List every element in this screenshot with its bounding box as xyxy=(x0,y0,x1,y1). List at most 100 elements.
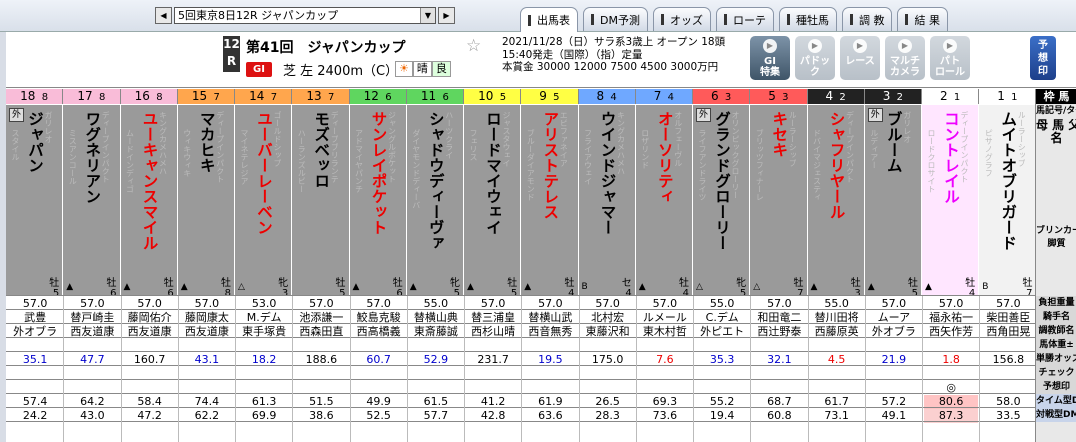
next-race-button[interactable]: ▶ xyxy=(438,6,455,24)
horse-cell[interactable]: ハーランズルビー モズベッロ ディープブリランテ牡 5 xyxy=(292,105,349,299)
sire-name: キングカメハメハ xyxy=(616,111,625,175)
horse-cell[interactable]: ロードクロサイト コントレイル ディープインパクト牡 4 ▲ xyxy=(922,105,979,299)
favorite-star-icon[interactable]: ☆ xyxy=(466,36,481,56)
prediction-mark-button[interactable]: 予想印 xyxy=(1030,36,1056,80)
sex-age: 牡5 xyxy=(335,278,346,299)
horse-name[interactable]: ユーバーレーベン xyxy=(255,111,273,235)
horse-cell[interactable]: ピサノグラフ ムイトオブリガード ルーラーシップ牡 7 B xyxy=(979,105,1036,299)
foreign-badge: 外 xyxy=(9,108,24,122)
row-label: ブリンカー 性齢脚質 xyxy=(1036,226,1076,249)
blinker-mark: ▲ xyxy=(867,282,875,292)
horse-name[interactable]: ロードマイウェイ xyxy=(484,111,502,235)
tab-1[interactable]: DM予測 xyxy=(583,7,648,31)
blinker-mark: ▲ xyxy=(524,282,532,292)
waku-number: 2 xyxy=(833,92,846,103)
feature-button-1[interactable]: ▶ パドック xyxy=(795,36,835,80)
waku-number: 5 xyxy=(493,92,507,103)
horse-name[interactable]: ユーキャンスマイル xyxy=(141,111,159,251)
horse-cell[interactable]: フェリス ロードマイウェイ ジャスタウェイ牡 5 ▲ xyxy=(464,105,521,299)
feature-button-0[interactable]: ▶ GⅠ 特集 xyxy=(750,36,790,80)
horse-name[interactable]: グランドグローリー xyxy=(713,111,731,251)
horse-cell[interactable]: ムードインディゴ ユーキャンスマイル キングカメハメハ牡 6 ▲ xyxy=(120,105,177,299)
horse-name[interactable]: ムイトオブリガード xyxy=(999,111,1017,251)
feature-button-label: GⅠ 特集 xyxy=(760,56,780,78)
blinker-mark: ▲ xyxy=(123,282,131,292)
dam-name: ライフアンドライツ xyxy=(698,129,707,201)
row-label: チェック xyxy=(1036,366,1076,380)
horse-name[interactable]: コントレイル xyxy=(942,111,960,204)
horse-cell[interactable]: マイネテレジア ユーバーレーベン ゴールドシップ牝 3 △ xyxy=(235,105,292,299)
feature-button-4[interactable]: ▶ パト ロール xyxy=(930,36,970,80)
tab-5[interactable]: 調 教 xyxy=(841,7,893,31)
horse-name[interactable]: ワグネリアン xyxy=(83,111,101,204)
horse-name[interactable]: ジャパン xyxy=(26,111,44,173)
waku-cell: 12 6 xyxy=(349,89,407,104)
going-label: 良 xyxy=(431,61,451,77)
play-icon: ▶ xyxy=(898,39,912,53)
horse-name[interactable]: マカヒキ xyxy=(198,111,216,173)
horse-cell[interactable]: アドマイヤパンチ サンレイポケット ジャングルポケット牡 6 ▲ xyxy=(349,105,406,299)
col-divider xyxy=(177,296,179,442)
sex-age: 牝5 xyxy=(450,278,460,299)
sire-name: ガリレオ xyxy=(44,111,52,143)
waku-cell: 15 7 xyxy=(177,89,235,104)
blinker-mark: △ xyxy=(696,282,703,292)
dropdown-arrow-icon[interactable]: ▼ xyxy=(420,7,435,23)
sire-name: ハーツクライ xyxy=(444,111,453,159)
feature-button-2[interactable]: ▶ レース xyxy=(840,36,880,80)
tab-marker-icon xyxy=(660,14,664,25)
tab-0[interactable]: 出馬表 xyxy=(520,7,578,32)
horse-cell[interactable]: ミスアンコール ワグネリアン ディープインパクト牡 6 ▲ xyxy=(63,105,120,299)
sire-name: ディープインパクト xyxy=(960,111,968,183)
horse-name[interactable]: シャフリヤール xyxy=(828,111,846,220)
blinker-mark: △ xyxy=(238,282,245,292)
horse-name[interactable]: オーソリティ xyxy=(656,111,674,204)
sex-age: 牝5 xyxy=(736,278,747,299)
waku-cell: 17 8 xyxy=(63,89,121,104)
horse-number: 2 xyxy=(939,89,948,103)
race-select-dropdown[interactable]: 5回東京8日12R ジャパンカップ ▼ xyxy=(174,6,436,24)
horse-number: 1 xyxy=(997,89,1005,103)
horse-name[interactable]: シャドウディーヴァ xyxy=(427,111,445,251)
horse-number: 8 xyxy=(596,89,605,103)
horse-name[interactable]: ブルーム xyxy=(885,111,903,173)
dam-name: スタイル xyxy=(11,129,20,161)
horse-cell[interactable]: ドバイマジェスティ シャフリヤール ディープインパクト牡 3 ▲ xyxy=(807,105,864,299)
row-label: 調教師名 xyxy=(1036,324,1076,338)
row-label: 馬体重± xyxy=(1036,338,1076,352)
tab-3[interactable]: ローテ xyxy=(715,7,774,31)
horse-cell[interactable]: 外ライフアンドライツ グランドグローリー オリンピックグローリー牝 5 △ xyxy=(693,105,750,299)
horse-cell[interactable]: フライアウェイ ウインドジャマー キングカメハメハセ 4 B xyxy=(578,105,635,299)
blinker-mark: B xyxy=(982,282,989,292)
horse-cell[interactable]: 外スタイル ジャパン ガリレオ牡 5 xyxy=(6,105,63,299)
waku-cell: 9 5 xyxy=(521,89,579,104)
col-divider xyxy=(807,296,809,442)
horse-cell[interactable]: ブルーダイアモンド アリストテレス エピファネイア牡 4 ▲ xyxy=(521,105,578,299)
sex-age: 牡6 xyxy=(392,278,403,299)
horse-cell[interactable]: ウィキウィキ マカヒキ ディープインパクト牡 8 ▲ xyxy=(177,105,234,299)
horse-cell[interactable]: ブリッツフィナーレ キセキ ルーラーシップ牡 7 △ xyxy=(750,105,807,299)
horse-cell[interactable]: 外ルディアー ブルーム ガリレオ牡 5 ▲ xyxy=(864,105,921,299)
horse-name[interactable]: キセキ xyxy=(770,111,788,158)
horse-name[interactable]: アリストテレス xyxy=(541,111,559,220)
tab-marker-icon xyxy=(528,14,531,26)
tab-2[interactable]: オッズ xyxy=(652,7,711,31)
col-divider xyxy=(349,296,351,442)
row-label: 母 馬 父名 xyxy=(1036,119,1076,145)
sire-name: ガリレオ xyxy=(902,111,911,143)
feature-button-3[interactable]: ▶ マルチ カメラ xyxy=(885,36,925,80)
prev-race-button[interactable]: ◀ xyxy=(155,6,172,24)
horse-cell[interactable]: ロザリンド オーソリティ オルフェーヴル牡 4 ▲ xyxy=(635,105,692,299)
horse-name[interactable]: モズベッロ xyxy=(312,111,330,189)
sire-name: ディープインパクト xyxy=(215,111,224,183)
horse-cell[interactable]: ダイヤモンドディーバ シャドウディーヴァ ハーツクライ牝 5 ▲ xyxy=(406,105,463,299)
horse-name[interactable]: サンレイポケット xyxy=(370,111,388,235)
horse-name[interactable]: ウインドジャマー xyxy=(599,111,617,235)
col-divider xyxy=(578,296,580,442)
race-select-value: 5回東京8日12R ジャパンカップ xyxy=(178,9,339,22)
tab-6[interactable]: 結 果 xyxy=(897,7,948,31)
sex-age: 牡6 xyxy=(163,278,174,299)
top-toolbar: ◀ 5回東京8日12R ジャパンカップ ▼ ▶ 出馬表 DM予測 オッズ ローテ 種牡馬… xyxy=(0,0,1076,32)
waku-number: 6 xyxy=(378,92,392,103)
tab-4[interactable]: 種牡馬 xyxy=(778,7,837,31)
